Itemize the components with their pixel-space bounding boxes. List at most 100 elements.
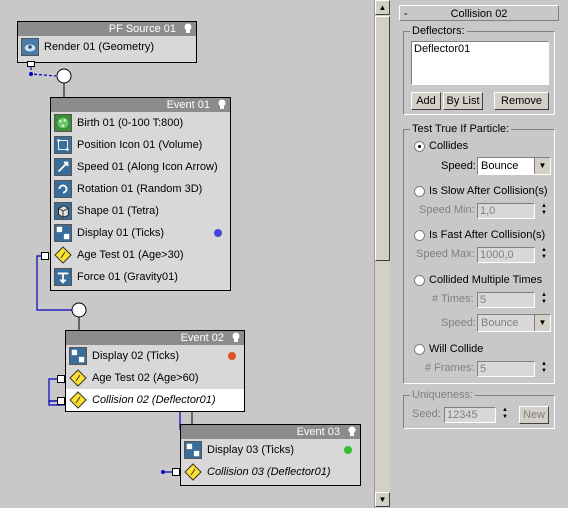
test-group-label: Test True If Particle: <box>410 123 512 135</box>
collides-radio[interactable] <box>414 141 425 152</box>
speed-max-field[interactable]: 1000,0 <box>477 247 535 263</box>
canvas-scrollbar[interactable]: ▲ ▼ <box>374 0 390 508</box>
test-icon <box>69 391 87 409</box>
display-color-swatch[interactable] <box>228 352 236 360</box>
speed-dropdown[interactable]: Bounce ▼ <box>477 157 551 175</box>
collided-multiple-radio[interactable] <box>414 275 425 286</box>
scroll-up-button[interactable]: ▲ <box>375 0 390 15</box>
event02-node[interactable]: Event 02 Display 02 (Ticks) Age Test 02 … <box>65 330 245 412</box>
position-icon <box>54 136 72 154</box>
display-color-swatch[interactable] <box>214 229 222 237</box>
event03-node[interactable]: Event 03 Display 03 (Ticks) Collision 03… <box>180 424 361 486</box>
collides-label[interactable]: Collides <box>429 140 468 152</box>
event01-input-port[interactable] <box>56 68 72 84</box>
test-true-group: Test True If Particle: Collides Speed: B… <box>403 123 555 384</box>
speed-max-spinner[interactable]: ▲ ▼ <box>539 247 549 263</box>
rollout-header[interactable]: - Collision 02 <box>399 5 559 21</box>
new-seed-button[interactable]: New <box>519 406 549 424</box>
operator-speed[interactable]: Speed 01 (Along Icon Arrow) <box>51 156 230 178</box>
event02-title-bar[interactable]: Event 02 <box>66 331 244 345</box>
collision03-output-port[interactable] <box>172 468 180 476</box>
seed-field[interactable]: 12345 <box>444 407 496 423</box>
pf-source-title-bar[interactable]: PF Source 01 <box>18 22 196 36</box>
operator-shape[interactable]: Shape 01 (Tetra) <box>51 200 230 222</box>
operator-label: Display 02 (Ticks) <box>92 350 179 362</box>
uniqueness-group: Uniqueness: Seed: 12345 ▲ ▼ New <box>403 389 555 429</box>
rotation-icon <box>54 180 72 198</box>
shape-icon <box>54 202 72 220</box>
operator-label: Age Test 02 (Age>60) <box>92 372 199 384</box>
display-icon <box>54 224 72 242</box>
display-icon <box>184 441 202 459</box>
operator-label: Display 01 (Ticks) <box>77 227 164 239</box>
will-collide-radio[interactable] <box>414 344 425 355</box>
lightbulb-icon[interactable] <box>183 23 193 34</box>
operator-label: Display 03 (Ticks) <box>207 444 294 456</box>
slow-after-collision-radio[interactable] <box>414 186 425 197</box>
speed-min-spinner[interactable]: ▲ ▼ <box>539 203 549 219</box>
lightbulb-icon[interactable] <box>231 332 241 343</box>
multiple-speed-dropdown[interactable]: Bounce ▼ <box>477 314 551 332</box>
test-icon <box>69 369 87 387</box>
collided-multiple-label[interactable]: Collided Multiple Times <box>429 274 542 286</box>
times-spinner[interactable]: ▲ ▼ <box>539 292 549 308</box>
add-button[interactable]: Add <box>411 92 441 110</box>
operator-birth[interactable]: Birth 01 (0-100 T:800) <box>51 112 230 134</box>
speed-label: Speed: <box>441 160 476 172</box>
seed-label: Seed: <box>412 408 441 420</box>
operator-label: Collision 02 (Deflector01) <box>92 394 216 406</box>
slow-after-collision-label[interactable]: Is Slow After Collision(s) <box>429 185 548 197</box>
operator-age-test[interactable]: Age Test 02 (Age>60) <box>66 367 244 389</box>
operator-render[interactable]: Render 01 (Geometry) <box>18 36 196 58</box>
pf-source-title: PF Source 01 <box>108 23 176 35</box>
source-output-port[interactable] <box>27 61 35 67</box>
operator-label: Collision 03 (Deflector01) <box>207 466 331 478</box>
event02-input-port[interactable] <box>71 302 87 318</box>
birth-icon <box>54 114 72 132</box>
frames-field[interactable]: 5 <box>477 361 535 377</box>
will-collide-label[interactable]: Will Collide <box>429 343 483 355</box>
operator-label: Shape 01 (Tetra) <box>77 205 159 217</box>
operator-display[interactable]: Display 03 (Ticks) <box>181 439 360 461</box>
deflector-list[interactable]: Deflector01 <box>411 41 549 85</box>
lightbulb-icon[interactable] <box>217 99 227 110</box>
deflectors-group: Deflectors: Deflector01 Add By List Remo… <box>403 25 555 115</box>
operator-label: Speed 01 (Along Icon Arrow) <box>77 161 218 173</box>
operator-force[interactable]: Force 01 (Gravity01) <box>51 266 230 288</box>
operator-position-icon[interactable]: Position Icon 01 (Volume) <box>51 134 230 156</box>
operator-collision[interactable]: Collision 03 (Deflector01) <box>181 461 360 483</box>
event02-title: Event 02 <box>180 332 224 344</box>
event01-title-bar[interactable]: Event 01 <box>51 98 230 112</box>
times-field[interactable]: 5 <box>477 292 535 308</box>
agetest02-output-port[interactable] <box>57 375 65 383</box>
parameters-panel: - Collision 02 Deflectors: Deflector01 A… <box>391 0 568 508</box>
particle-view-canvas[interactable]: PF Source 01 Render 01 (Geometry) Event … <box>0 0 374 508</box>
frames-spinner[interactable]: ▲ ▼ <box>539 361 549 377</box>
seed-spinner[interactable]: ▲ ▼ <box>500 407 510 423</box>
fast-after-collision-radio[interactable] <box>414 230 425 241</box>
operator-collision-selected[interactable]: Collision 02 (Deflector01) <box>66 389 244 411</box>
operator-rotation[interactable]: Rotation 01 (Random 3D) <box>51 178 230 200</box>
display-color-swatch[interactable] <box>344 446 352 454</box>
operator-label: Position Icon 01 (Volume) <box>77 139 203 151</box>
speed-min-field[interactable]: 1,0 <box>477 203 535 219</box>
by-list-button[interactable]: By List <box>443 92 483 110</box>
deflector-list-item[interactable]: Deflector01 <box>414 43 546 55</box>
test-icon <box>54 246 72 264</box>
collision02-output-port[interactable] <box>57 397 65 405</box>
agetest01-output-port[interactable] <box>41 252 49 260</box>
remove-button[interactable]: Remove <box>494 92 549 110</box>
event03-title-bar[interactable]: Event 03 <box>181 425 360 439</box>
fast-after-collision-label[interactable]: Is Fast After Collision(s) <box>429 229 545 241</box>
event03-title: Event 03 <box>296 426 340 438</box>
scroll-thumb[interactable] <box>375 16 390 261</box>
operator-display[interactable]: Display 01 (Ticks) <box>51 222 230 244</box>
pf-source-node[interactable]: PF Source 01 Render 01 (Geometry) <box>17 21 197 63</box>
operator-display[interactable]: Display 02 (Ticks) <box>66 345 244 367</box>
event01-node[interactable]: Event 01 Birth 01 (0-100 T:800) Position… <box>50 97 231 291</box>
operator-label: Age Test 01 (Age>30) <box>77 249 184 261</box>
scroll-down-button[interactable]: ▼ <box>375 492 390 507</box>
operator-age-test[interactable]: Age Test 01 (Age>30) <box>51 244 230 266</box>
frames-label: # Frames: <box>425 362 475 374</box>
lightbulb-icon[interactable] <box>347 426 357 437</box>
